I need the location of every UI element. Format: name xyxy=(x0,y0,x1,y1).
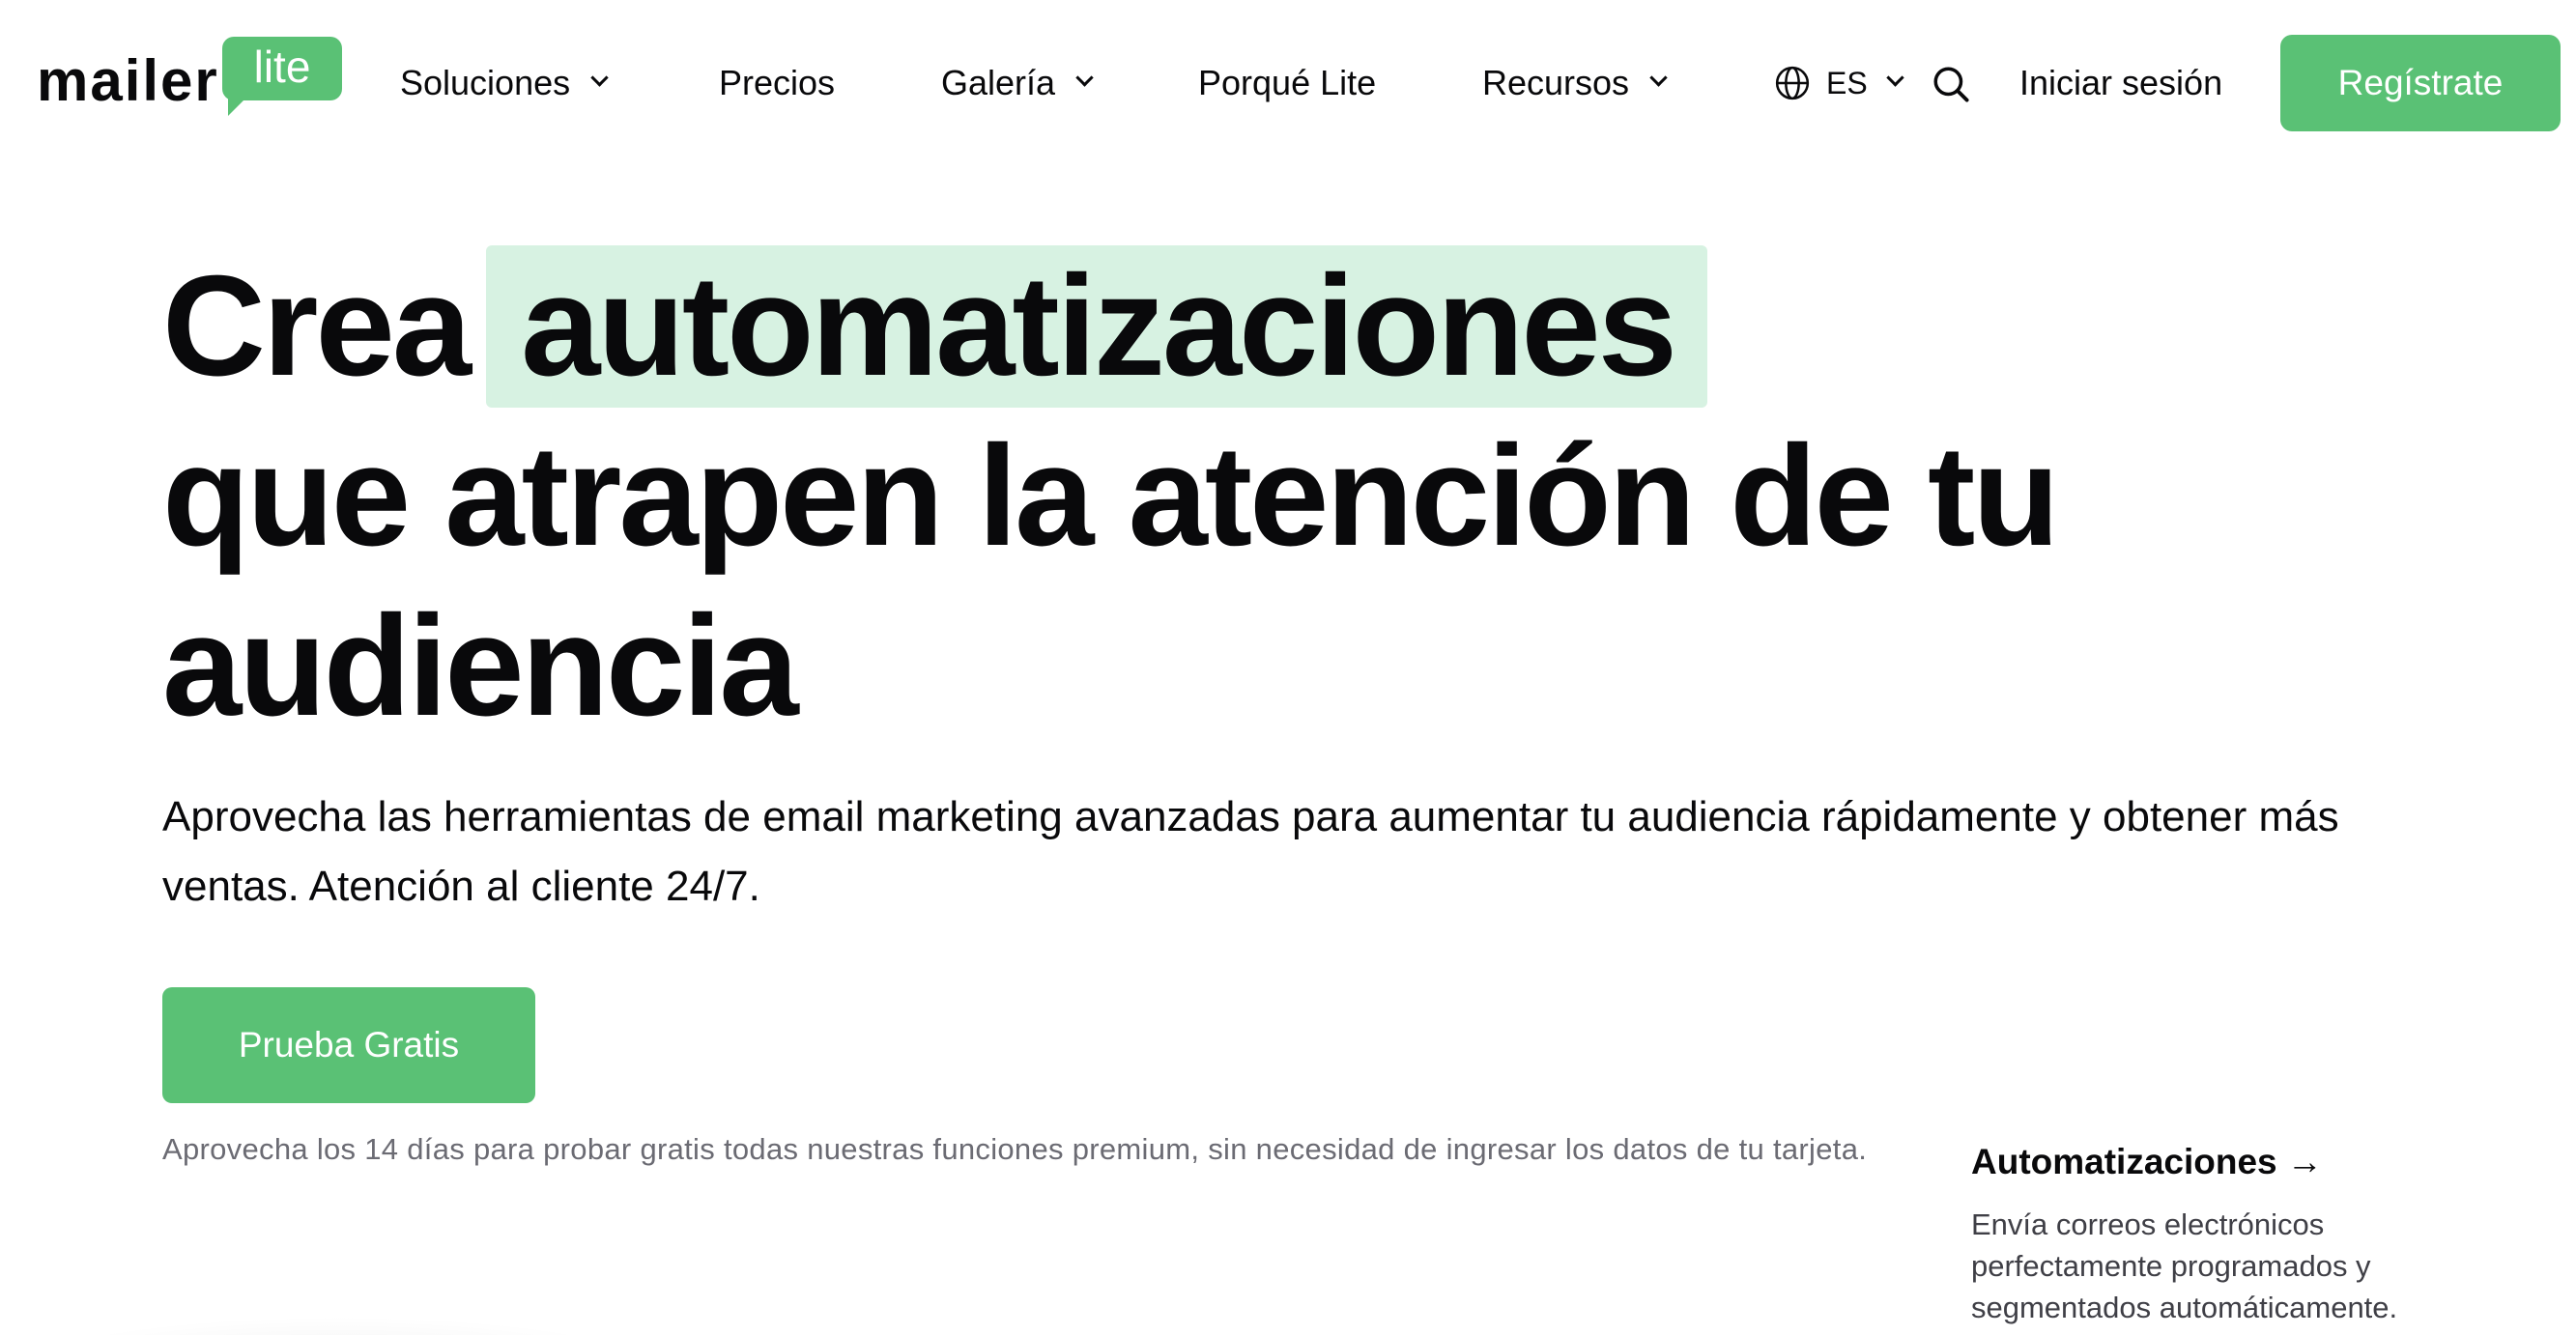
logo-badge-text: lite xyxy=(253,42,311,92)
signup-button[interactable]: Regístrate xyxy=(2280,35,2561,131)
hero-title: Crea automatizaciones que atrapen la aten… xyxy=(162,241,2060,752)
free-trial-button[interactable]: Prueba Gratis xyxy=(162,987,535,1103)
trial-note: Aprovecha los 14 días para probar gratis… xyxy=(162,1132,1868,1166)
decorative-shadow xyxy=(0,1316,676,1335)
chevron-down-icon xyxy=(590,68,609,87)
feature-title-link[interactable]: Automatizaciones → xyxy=(1971,1140,2512,1184)
hero-title-line-1: Crea automatizaciones xyxy=(162,241,2057,412)
mailerlite-logo[interactable]: mailer lite xyxy=(37,37,342,116)
logo-wordmark: mailer xyxy=(37,48,219,113)
chevron-down-icon xyxy=(1075,68,1094,87)
hero-title-prefix: Crea xyxy=(162,246,472,406)
globe-icon xyxy=(1775,66,1810,100)
feature-card: Automatizaciones → Envía correos electró… xyxy=(1971,1140,2512,1328)
feature-description: Envía correos electrónicos perfectamente… xyxy=(1971,1207,2398,1324)
nav-item-label: Recursos xyxy=(1482,63,1630,102)
chevron-down-icon xyxy=(1649,68,1668,87)
nav-item-recursos[interactable]: Recursos xyxy=(1482,62,1668,104)
hero-title-line-3: audiencia xyxy=(162,586,799,746)
hero-title-highlight: automatizaciones xyxy=(486,245,1707,408)
hero-title-line-2: que atrapen la atención de tu xyxy=(162,416,2060,576)
language-selector[interactable]: ES xyxy=(1774,62,1904,104)
nav-item-soluciones[interactable]: Soluciones xyxy=(400,62,609,104)
page: mailer lite Soluciones Precios Galería P… xyxy=(0,0,2576,1335)
logo-badge: lite xyxy=(222,37,342,116)
nav-item-label: Porqué Lite xyxy=(1198,63,1377,102)
hero-subtitle: Aprovecha las herramientas de email mark… xyxy=(162,793,2339,910)
nav-item-galeria[interactable]: Galería xyxy=(941,62,1094,104)
nav-item-precios[interactable]: Precios xyxy=(719,62,835,104)
login-link[interactable]: Iniciar sesión xyxy=(2019,62,2222,104)
nav-item-porque-lite[interactable]: Porqué Lite xyxy=(1198,62,1376,104)
language-code: ES xyxy=(1826,65,1868,100)
chevron-down-icon xyxy=(1885,68,1904,87)
nav-item-label: Precios xyxy=(719,63,836,102)
nav-item-label: Galería xyxy=(941,63,1056,102)
search-icon[interactable] xyxy=(1931,64,1971,104)
nav-item-label: Soluciones xyxy=(400,63,571,102)
